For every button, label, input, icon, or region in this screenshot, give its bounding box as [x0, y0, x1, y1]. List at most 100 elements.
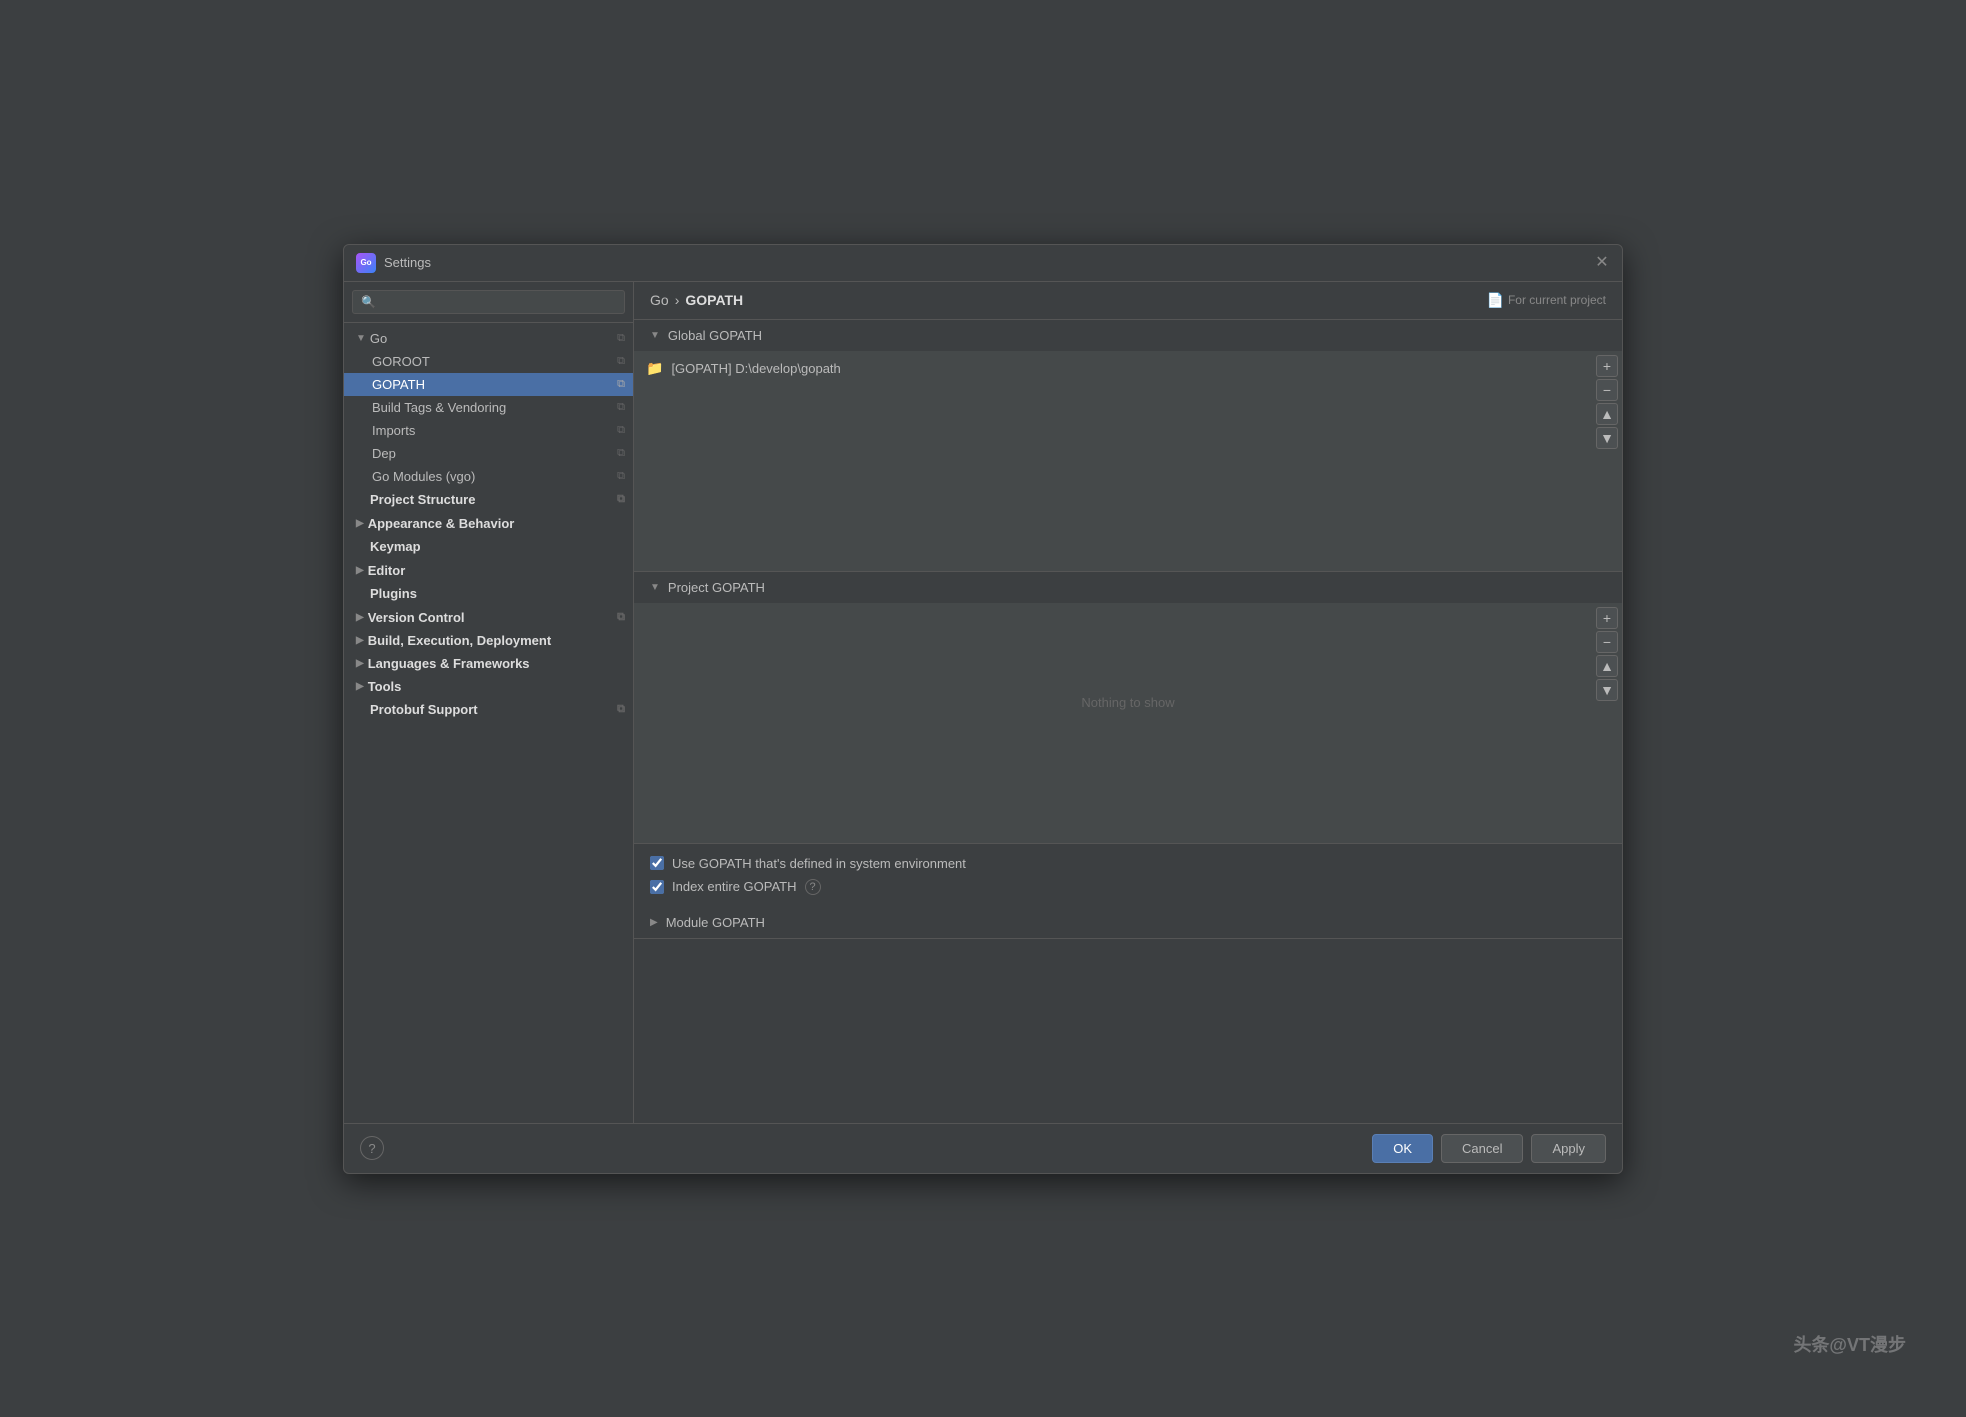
settings-dialog: Go Settings ✕ ▼ Go ⧉ GOROOT ⧉ — [343, 244, 1623, 1174]
build-exec-arrow: ▶ — [356, 635, 364, 646]
go-modules-copy-icon[interactable]: ⧉ — [617, 470, 625, 483]
goroot-copy-icon[interactable]: ⧉ — [617, 355, 625, 368]
build-tags-label: Build Tags & Vendoring — [372, 400, 506, 415]
breadcrumb: Go › GOPATH — [650, 292, 743, 308]
sidebar-item-go-modules[interactable]: Go Modules (vgo) ⧉ — [344, 465, 633, 488]
breadcrumb-sep: › — [675, 292, 680, 308]
index-gopath-checkbox-row[interactable]: Index entire GOPATH ? — [650, 879, 1606, 895]
appearance-arrow: ▶ — [356, 518, 364, 529]
keymap-label: Keymap — [370, 539, 421, 554]
dep-label: Dep — [372, 446, 396, 461]
sidebar-item-go[interactable]: ▼ Go ⧉ — [344, 327, 633, 350]
use-gopath-checkbox-row[interactable]: Use GOPATH that's defined in system envi… — [650, 856, 1606, 871]
ok-button[interactable]: OK — [1372, 1134, 1433, 1163]
languages-arrow: ▶ — [356, 658, 364, 669]
module-gopath-section: ▶ Module GOPATH — [634, 907, 1622, 939]
dialog-footer: ? OK Cancel Apply — [344, 1123, 1622, 1173]
help-button[interactable]: ? — [360, 1136, 384, 1160]
global-path-item: 📁 [GOPATH] D:\develop\gopath — [634, 355, 1622, 382]
module-gopath-label: Module GOPATH — [666, 915, 765, 930]
project-gopath-side-buttons: + − ▲ ▼ — [1592, 603, 1622, 705]
dep-copy-icon[interactable]: ⧉ — [617, 447, 625, 460]
sidebar-item-editor[interactable]: ▶ Editor — [344, 559, 633, 582]
sidebar: ▼ Go ⧉ GOROOT ⧉ GOPATH ⧉ Build Tags & Ve… — [344, 282, 634, 1123]
imports-copy-icon[interactable]: ⧉ — [617, 424, 625, 437]
sidebar-item-keymap[interactable]: ▶ Keymap — [344, 535, 633, 559]
cancel-button[interactable]: Cancel — [1441, 1134, 1523, 1163]
go-label: Go — [370, 331, 387, 346]
project-gopath-header[interactable]: ▼ Project GOPATH — [634, 572, 1622, 603]
sidebar-item-dep[interactable]: Dep ⧉ — [344, 442, 633, 465]
sidebar-item-version-control[interactable]: ▶ Version Control ⧉ — [344, 606, 633, 629]
main-content: Go › GOPATH 📄 For current project ▼ Glob… — [634, 282, 1622, 1123]
main-scroll: ▼ Global GOPATH 📁 [GOPATH] D:\develop\go… — [634, 320, 1622, 1123]
project-gopath-label: Project GOPATH — [668, 580, 765, 595]
sidebar-item-appearance[interactable]: ▶ Appearance & Behavior — [344, 512, 633, 535]
project-gopath-body: Nothing to show + − ▲ ▼ — [634, 603, 1622, 843]
languages-label: Languages & Frameworks — [368, 656, 530, 671]
dialog-title: Settings — [384, 255, 1594, 270]
global-path-list: 📁 [GOPATH] D:\develop\gopath — [634, 351, 1622, 386]
dialog-body: ▼ Go ⧉ GOROOT ⧉ GOPATH ⧉ Build Tags & Ve… — [344, 282, 1622, 1123]
document-icon: 📄 — [1487, 292, 1504, 309]
for-current-label: For current project — [1508, 293, 1606, 307]
sidebar-item-tools[interactable]: ▶ Tools — [344, 675, 633, 698]
index-gopath-label: Index entire GOPATH — [672, 879, 797, 894]
use-gopath-checkbox[interactable] — [650, 856, 664, 870]
global-gopath-body: 📁 [GOPATH] D:\develop\gopath + − ▲ ▼ — [634, 351, 1622, 571]
title-bar: Go Settings ✕ — [344, 245, 1622, 282]
editor-arrow: ▶ — [356, 565, 364, 576]
global-add-button[interactable]: + — [1596, 355, 1618, 377]
sidebar-item-protobuf[interactable]: ▶ Protobuf Support ⧉ — [344, 698, 633, 722]
go-modules-label: Go Modules (vgo) — [372, 469, 475, 484]
gopath-label: GOPATH — [372, 377, 425, 392]
module-gopath-header[interactable]: ▶ Module GOPATH — [634, 907, 1622, 938]
sidebar-item-build-exec[interactable]: ▶ Build, Execution, Deployment — [344, 629, 633, 652]
sidebar-item-imports[interactable]: Imports ⧉ — [344, 419, 633, 442]
main-header: Go › GOPATH 📄 For current project — [634, 282, 1622, 320]
global-remove-button[interactable]: − — [1596, 379, 1618, 401]
project-gopath-arrow: ▼ — [650, 582, 660, 593]
sidebar-item-build-tags[interactable]: Build Tags & Vendoring ⧉ — [344, 396, 633, 419]
sidebar-item-plugins[interactable]: ▶ Plugins — [344, 582, 633, 606]
editor-label: Editor — [368, 563, 406, 578]
project-up-button[interactable]: ▲ — [1596, 655, 1618, 677]
global-down-button[interactable]: ▼ — [1596, 427, 1618, 449]
protobuf-copy-icon[interactable]: ⧉ — [617, 703, 625, 716]
tools-label: Tools — [368, 679, 402, 694]
project-gopath-section: ▼ Project GOPATH Nothing to show + − ▲ ▼ — [634, 572, 1622, 844]
apply-button[interactable]: Apply — [1531, 1134, 1606, 1163]
project-remove-button[interactable]: − — [1596, 631, 1618, 653]
tools-arrow: ▶ — [356, 681, 364, 692]
version-control-arrow: ▶ — [356, 612, 364, 623]
project-gopath-empty: Nothing to show — [634, 603, 1622, 803]
index-gopath-checkbox[interactable] — [650, 880, 664, 894]
sidebar-item-goroot[interactable]: GOROOT ⧉ — [344, 350, 633, 373]
project-structure-label: Project Structure — [370, 492, 475, 507]
global-gopath-header[interactable]: ▼ Global GOPATH — [634, 320, 1622, 351]
version-control-label: Version Control — [368, 610, 465, 625]
checkboxes-area: Use GOPATH that's defined in system envi… — [634, 844, 1622, 907]
folder-icon: 📁 — [646, 360, 663, 377]
imports-label: Imports — [372, 423, 415, 438]
project-structure-copy-icon[interactable]: ⧉ — [617, 493, 625, 506]
project-add-button[interactable]: + — [1596, 607, 1618, 629]
protobuf-label: Protobuf Support — [370, 702, 478, 717]
go-copy-icon[interactable]: ⧉ — [617, 332, 625, 345]
search-input[interactable] — [352, 290, 625, 314]
sidebar-item-project-structure[interactable]: ▶ Project Structure ⧉ — [344, 488, 633, 512]
version-control-copy-icon[interactable]: ⧉ — [617, 611, 625, 624]
close-button[interactable]: ✕ — [1594, 255, 1610, 271]
project-down-button[interactable]: ▼ — [1596, 679, 1618, 701]
index-gopath-help-icon[interactable]: ? — [805, 879, 821, 895]
gopath-copy-icon[interactable]: ⧉ — [617, 378, 625, 391]
plugins-label: Plugins — [370, 586, 417, 601]
build-tags-copy-icon[interactable]: ⧉ — [617, 401, 625, 414]
for-current-project-button[interactable]: 📄 For current project — [1487, 292, 1606, 309]
sidebar-item-languages[interactable]: ▶ Languages & Frameworks — [344, 652, 633, 675]
breadcrumb-parent: Go — [650, 292, 669, 308]
global-up-button[interactable]: ▲ — [1596, 403, 1618, 425]
sidebar-item-gopath[interactable]: GOPATH ⧉ — [344, 373, 633, 396]
appearance-label: Appearance & Behavior — [368, 516, 515, 531]
go-arrow: ▼ — [356, 333, 366, 344]
